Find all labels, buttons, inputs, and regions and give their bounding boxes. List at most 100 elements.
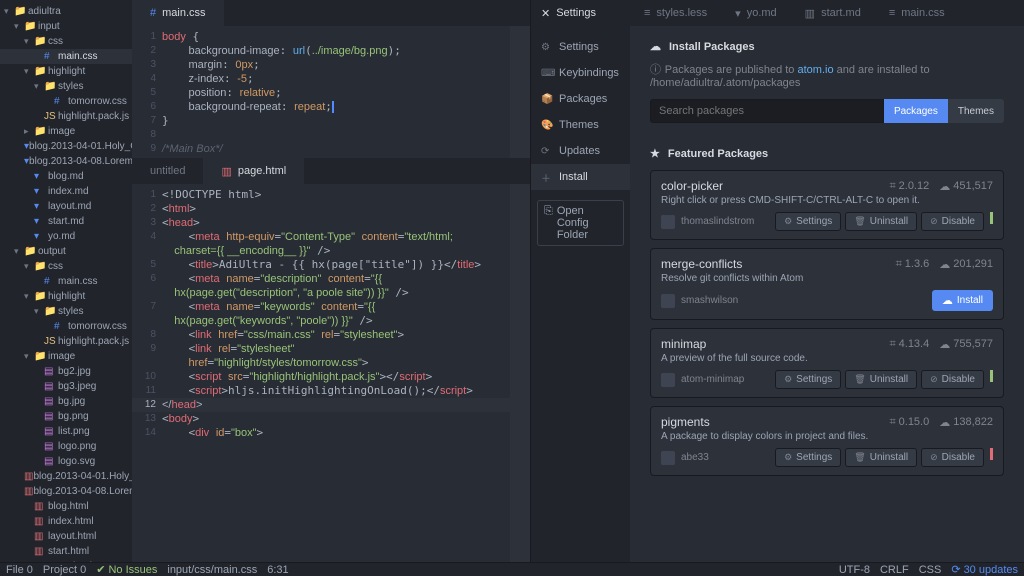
tree-item[interactable]: ▤logo.png: [0, 439, 132, 454]
tree-item[interactable]: ▾📁css: [0, 259, 132, 274]
tree-item[interactable]: ▾📁output: [0, 244, 132, 259]
package-author[interactable]: smashwilson: [681, 295, 738, 306]
tree-item-label: blog.html: [48, 501, 89, 512]
tree-item[interactable]: JShighlight.pack.js: [0, 334, 132, 349]
tree-item-label: tomorrow.css: [68, 321, 127, 332]
tree-item[interactable]: JShighlight.pack.js: [0, 109, 132, 124]
tree-item[interactable]: ▥blog.2013-04-08.Lorem_I..: [0, 484, 132, 499]
tree-item[interactable]: ▤bg.png: [0, 409, 132, 424]
editor-top[interactable]: 1234567891011121314151617 body { backgro…: [132, 26, 530, 158]
tree-item[interactable]: #tomorrow.css: [0, 94, 132, 109]
tree-item[interactable]: #main.css: [0, 274, 132, 289]
uninstall-button[interactable]: 🗑Uninstall: [845, 448, 917, 467]
disable-button[interactable]: ⊘Disable: [921, 212, 984, 231]
status-language[interactable]: CSS: [919, 564, 942, 576]
tree-item[interactable]: ▾📁image: [0, 349, 132, 364]
tree-item[interactable]: ▤bg3.jpeg: [0, 379, 132, 394]
tree-item[interactable]: ▤bg.jpg: [0, 394, 132, 409]
css-icon: #: [44, 51, 58, 62]
tree-item[interactable]: ▾📁input: [0, 19, 132, 34]
tree-item[interactable]: ▾start.md: [0, 214, 132, 229]
tab-untitled[interactable]: untitled: [132, 158, 203, 184]
tree-item[interactable]: #tomorrow.css: [0, 319, 132, 334]
open-config-folder-button[interactable]: ⎘ Open Config Folder: [537, 200, 624, 246]
tree-item[interactable]: ▾📁styles: [0, 79, 132, 94]
config-btn-label: Open Config Folder: [557, 205, 617, 241]
tree-item[interactable]: ▾yo.md: [0, 229, 132, 244]
settings-tab[interactable]: ✕ Settings: [531, 0, 630, 26]
tree-item-label: main.css: [58, 276, 97, 287]
settings-menu-install[interactable]: ＋Install: [531, 164, 630, 190]
settings-menu-settings[interactable]: ⚙Settings: [531, 34, 630, 60]
tree-item[interactable]: #main.css: [0, 49, 132, 64]
tab-label: main.css: [162, 7, 205, 19]
uninstall-button[interactable]: 🗑Uninstall: [845, 370, 917, 389]
pane-tab[interactable]: ▥start.md: [791, 0, 875, 26]
status-eol[interactable]: CRLF: [880, 564, 909, 576]
tab-page-html[interactable]: ▥ page.html: [203, 158, 304, 184]
package-author[interactable]: abe33: [681, 452, 709, 463]
settings-menu-updates[interactable]: ⟳Updates: [531, 138, 630, 164]
minimap[interactable]: [510, 26, 530, 158]
settings-button[interactable]: ⚙Settings: [775, 448, 841, 467]
install-button[interactable]: ☁Install: [932, 290, 993, 311]
tree-item[interactable]: ▾📁css: [0, 34, 132, 49]
settings-menu-keybindings[interactable]: ⌨Keybindings: [531, 60, 630, 86]
tree-item[interactable]: ▥page.html: [0, 559, 132, 562]
status-issues[interactable]: ✔ No Issues: [96, 563, 157, 576]
package-name[interactable]: pigments: [661, 415, 710, 429]
tree-item[interactable]: ▤bg2.jpg: [0, 364, 132, 379]
status-project[interactable]: Project 0: [43, 564, 86, 576]
tree-item[interactable]: ▾blog.2013-04-08.Lorem_I..: [0, 154, 132, 169]
tab-main-css[interactable]: # main.css: [132, 0, 224, 26]
avatar: [661, 451, 675, 465]
tree-item[interactable]: ▥start.html: [0, 544, 132, 559]
themes-filter-button[interactable]: Themes: [948, 99, 1004, 123]
tree-item-label: output: [38, 246, 66, 257]
status-encoding[interactable]: UTF-8: [839, 564, 870, 576]
package-description: A preview of the full source code.: [661, 353, 993, 364]
pane-tab[interactable]: ▾yo.md: [721, 0, 791, 26]
menu-label: Updates: [559, 145, 600, 157]
packages-filter-button[interactable]: Packages: [884, 99, 948, 123]
settings-button[interactable]: ⚙Settings: [775, 370, 841, 389]
md-icon: ▾: [34, 186, 48, 197]
tree-item[interactable]: ▸📁image: [0, 124, 132, 139]
uninstall-button[interactable]: 🗑Uninstall: [845, 212, 917, 231]
tree-item[interactable]: ▥blog.html: [0, 499, 132, 514]
status-file[interactable]: File 0: [6, 564, 33, 576]
settings-button[interactable]: ⚙Settings: [775, 212, 841, 231]
tree-item[interactable]: ▾📁styles: [0, 304, 132, 319]
tree-item[interactable]: ▾📁highlight: [0, 64, 132, 79]
settings-menu-themes[interactable]: 🎨Themes: [531, 112, 630, 138]
editor-bottom[interactable]: 1234567891011121314 <!DOCTYPE html> <htm…: [132, 184, 530, 562]
tree-item[interactable]: ▤list.png: [0, 424, 132, 439]
tree-item-label: layout.md: [48, 201, 91, 212]
package-name[interactable]: merge-conflicts: [661, 257, 742, 271]
tree-item[interactable]: ▥blog.2013-04-01.Holy_Gr..: [0, 469, 132, 484]
tree-item[interactable]: ▾index.md: [0, 184, 132, 199]
status-updates[interactable]: ⟳ 30 updates: [951, 563, 1018, 576]
tree-item[interactable]: ▤logo.svg: [0, 454, 132, 469]
package-name[interactable]: minimap: [661, 337, 706, 351]
settings-menu-packages[interactable]: 📦Packages: [531, 86, 630, 112]
atom-io-link[interactable]: atom.io: [797, 64, 833, 76]
package-author[interactable]: thomaslindstrom: [681, 216, 754, 227]
tree-item[interactable]: ▾📁adiultra: [0, 4, 132, 19]
status-cursor-pos[interactable]: 6:31: [267, 564, 288, 576]
pane-tab[interactable]: ≡styles.less: [630, 0, 721, 26]
tree-item[interactable]: ▾layout.md: [0, 199, 132, 214]
package-author[interactable]: atom-minimap: [681, 374, 744, 385]
tree-item[interactable]: ▥index.html: [0, 514, 132, 529]
disable-button[interactable]: ⊘Disable: [921, 448, 984, 467]
tree-item[interactable]: ▾blog.2013-04-01.Holy_Gr..: [0, 139, 132, 154]
pane-tab[interactable]: ≡main.css: [875, 0, 959, 26]
tree-item[interactable]: ▾📁highlight: [0, 289, 132, 304]
minimap[interactable]: [510, 184, 530, 562]
tree-item[interactable]: ▥layout.html: [0, 529, 132, 544]
folder-icon: 📁: [24, 246, 38, 257]
tree-item[interactable]: ▾blog.md: [0, 169, 132, 184]
disable-button[interactable]: ⊘Disable: [921, 370, 984, 389]
search-input[interactable]: [650, 99, 884, 123]
package-name[interactable]: color-picker: [661, 179, 723, 193]
